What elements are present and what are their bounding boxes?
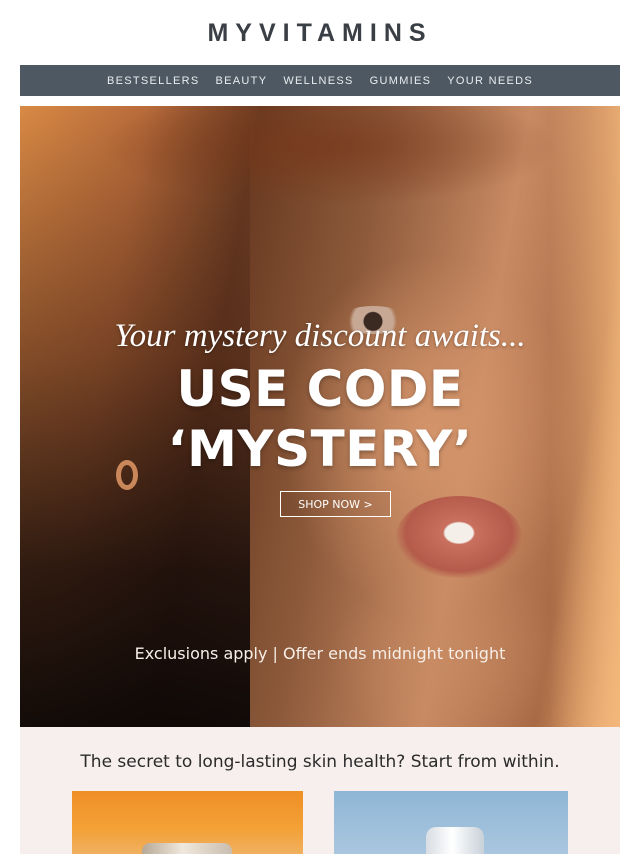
main-nav: BESTSELLERS BEAUTY WELLNESS GUMMIES YOUR… xyxy=(20,65,620,96)
nav-item-your-needs[interactable]: YOUR NEEDS xyxy=(447,75,533,87)
hero-text-overlay: Your mystery discount awaits... USE CODE… xyxy=(20,106,620,727)
nav-item-beauty[interactable]: BEAUTY xyxy=(216,75,268,87)
nav-item-bestsellers[interactable]: BESTSELLERS xyxy=(107,75,200,87)
hero-tagline: Your mystery discount awaits... xyxy=(114,318,526,354)
hero-code-line-1: USE CODE xyxy=(176,360,464,418)
nav-item-wellness[interactable]: WELLNESS xyxy=(283,75,353,87)
promo-title: The secret to long-lasting skin health? … xyxy=(80,752,560,772)
promo-section: The secret to long-lasting skin health? … xyxy=(20,727,620,854)
product-card-1[interactable] xyxy=(72,791,303,854)
product-card-2[interactable] xyxy=(334,791,568,854)
hero-exclusions: Exclusions apply | Offer ends midnight t… xyxy=(134,644,506,663)
header: MYVITAMINS xyxy=(0,0,640,65)
hero-code-line-2: ‘MYSTERY’ xyxy=(167,420,473,478)
brand-logo[interactable]: MYVITAMINS xyxy=(207,19,432,48)
hero-banner[interactable]: Your mystery discount awaits... USE CODE… xyxy=(20,106,620,727)
nav-item-gummies[interactable]: GUMMIES xyxy=(370,75,432,87)
product-jar-icon xyxy=(142,843,232,854)
shop-now-button[interactable]: SHOP NOW > xyxy=(280,491,391,517)
product-bottle-icon xyxy=(426,827,484,854)
